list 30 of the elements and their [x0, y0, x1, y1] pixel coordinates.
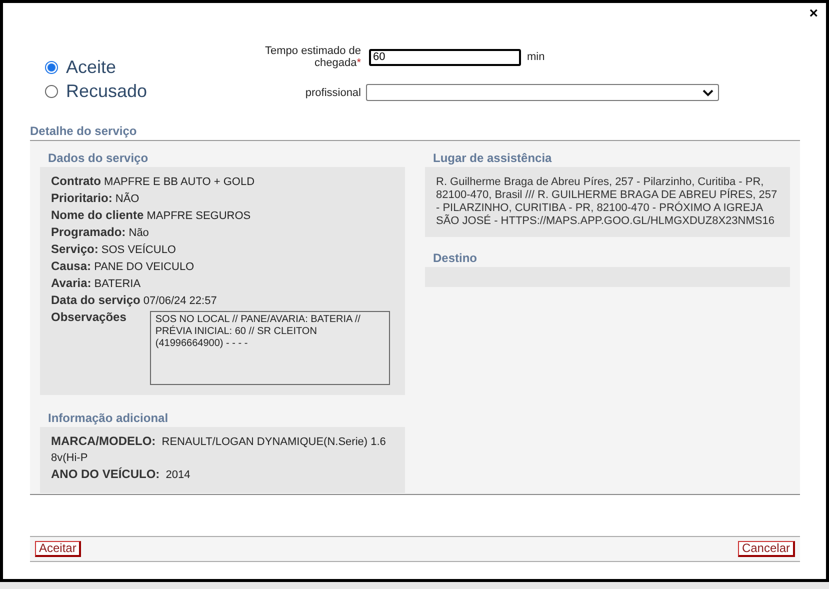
notes-label: Observações — [51, 309, 126, 326]
status-radio[interactable]: Recusado — [45, 81, 235, 102]
section-title: Informação adicional — [47, 410, 170, 427]
field-row-text: Data do serviço 07/06/24 22:57 — [51, 292, 218, 309]
field-row-text: Serviço: SOS VEÍCULO — [51, 241, 177, 258]
field-row-text: Causa: PANE DO VEICULO — [51, 258, 196, 275]
unit-label: min — [527, 51, 545, 63]
field-row-text: Prioritario: NÃO — [51, 190, 140, 207]
field-row-text: MARCA/MODELO: RENAULT/LOGAN DYNAMIQUE(N.Serie) 1.6 8v(Hi-P — [51, 433, 387, 466]
eta-field[interactable]: 60 — [369, 48, 521, 66]
accept-button[interactable]: Aceitar — [35, 541, 82, 557]
radio-icon[interactable] — [45, 61, 58, 74]
field-row-text: Avaria: BATERIA — [51, 275, 142, 292]
field-row-text: Programado: Não — [51, 224, 150, 241]
address-text: R. Guilherme Braga de Abreu Píres, 257 - Pilarzinho, Curitiba - PR, 82100-470, Brasil /// R. GUILHERME BRAGA DE ABREU PÍRES, 257 - PILARZINHO, CURITIBA - PR, 82100-470 - PRÓXIMO A IGREJA SÃO JOSÉ - HTTPS://MAPS.APP.GOO.GL/HLMGXDUZ8X23NMS16 — [425, 167, 790, 237]
chevron-down-icon — [702, 88, 714, 96]
section-title: Lugar de assistência — [432, 150, 553, 167]
radio-icon[interactable] — [45, 85, 58, 98]
section-title: Destino — [432, 250, 478, 267]
professional-label: profissional — [304, 86, 362, 98]
cancel-button[interactable]: Cancelar — [738, 541, 795, 557]
field-row-text: ANO DO VEÍCULO: 2014 — [51, 466, 192, 483]
section-title: Dados do serviço — [47, 150, 150, 167]
status-radio[interactable]: Aceite — [45, 57, 235, 78]
professional-select[interactable] — [366, 84, 719, 101]
close-button[interactable]: × — [809, 7, 818, 21]
field-row-text: Nome do cliente MAPFRE SEGUROS — [51, 207, 252, 224]
notes-field[interactable]: SOS NO LOCAL // PANE/AVARIA: BATERIA // PRÉVIA INICIAL: 60 // SR CLEITON (41996664900) - - - - — [150, 311, 390, 385]
eta-label: Tempo estimado de chegada* — [264, 45, 362, 69]
field-row-text: Contrato MAPFRE E BB AUTO + GOLD — [51, 173, 256, 190]
